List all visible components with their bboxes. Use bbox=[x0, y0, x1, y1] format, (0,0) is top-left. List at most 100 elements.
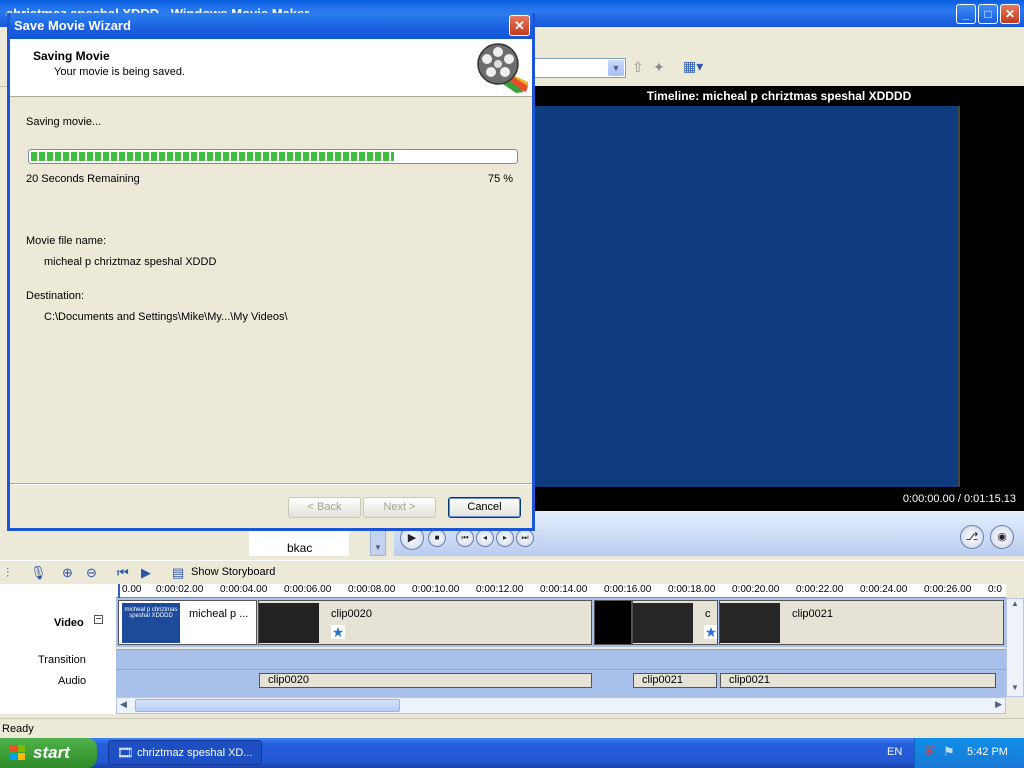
views-icon[interactable]: ▦▾ bbox=[683, 58, 703, 75]
security-shield-icon[interactable]: ⛨ bbox=[925, 744, 935, 760]
collection-clip-tile[interactable]: bkac bbox=[249, 530, 349, 556]
zoom-out-icon[interactable]: ⊖ bbox=[86, 565, 97, 581]
audio-clip[interactable]: clip0020 bbox=[259, 673, 592, 688]
taskbar: start 🎞 chriztmaz speshal XD... EN ⛨ ⚑ 5… bbox=[0, 738, 1024, 768]
ruler-tick: 0:00:20.00 bbox=[732, 584, 780, 595]
clip-label: clip0020 bbox=[331, 608, 372, 620]
ruler-tick: 0:00:16.00 bbox=[604, 584, 652, 595]
video-effect-star-icon: ★ bbox=[704, 624, 718, 640]
maximize-button[interactable]: □ bbox=[978, 4, 998, 24]
monitor-title: Timeline: micheal p chriztmas speshal XD… bbox=[534, 86, 1024, 106]
storyboard-icon[interactable]: ▤ bbox=[172, 565, 184, 581]
title-clip[interactable]: micheal p chriztmas speshal XDDDD michea… bbox=[118, 600, 257, 645]
taskbar-item-movie-maker[interactable]: 🎞 chriztmaz speshal XD... bbox=[108, 740, 262, 765]
windows-logo-icon bbox=[10, 745, 25, 760]
video-clip[interactable]: clip0021 bbox=[719, 600, 1004, 645]
next-frame-icon[interactable]: ▸ bbox=[496, 529, 514, 547]
network-icon[interactable]: ⚑ bbox=[943, 744, 955, 760]
skip-back-icon[interactable]: ⏮ bbox=[456, 529, 474, 547]
video-clip[interactable]: clip0020 ★ bbox=[258, 600, 592, 645]
main-close-button[interactable]: ✕ bbox=[1000, 4, 1020, 24]
clip-thumbnail bbox=[720, 603, 780, 643]
narrate-microphone-icon[interactable]: 🎙 bbox=[30, 565, 47, 581]
save-movie-wizard: Save Movie Wizard ✕ Saving Movie Your mo… bbox=[7, 13, 535, 531]
ruler-tick: 0:00:26.00 bbox=[924, 584, 972, 595]
preview-side-panel bbox=[958, 106, 1024, 487]
set-audio-levels-icon[interactable]: ⫶ bbox=[6, 565, 9, 581]
preview-screen bbox=[534, 106, 958, 487]
horizontal-scroll-thumb[interactable] bbox=[135, 699, 400, 712]
scroll-right-icon[interactable]: ▶ bbox=[995, 699, 1002, 710]
timeline-vertical-scrollbar[interactable]: ▲ ▼ bbox=[1006, 598, 1024, 697]
ruler-tick: 0:0 bbox=[988, 584, 1002, 595]
movie-file-label: Movie file name: bbox=[26, 235, 107, 247]
language-indicator[interactable]: EN bbox=[887, 746, 902, 758]
collections-dropdown[interactable]: ▼ bbox=[534, 58, 626, 78]
snapshot-camera-icon[interactable]: ◉ bbox=[990, 525, 1014, 549]
timeline-toolbar: ⫶ 🎙 ⊕ ⊖ ⏮ ▶ ▤ Show Storyboard bbox=[0, 560, 1024, 584]
cancel-button[interactable]: Cancel bbox=[448, 497, 521, 518]
black-clip[interactable] bbox=[594, 600, 632, 645]
wizard-subheading: Your movie is being saved. bbox=[54, 66, 186, 78]
playback-time: 0:00:00.00 / 0:01:15.13 bbox=[534, 487, 1024, 511]
clip-label: clip0021 bbox=[792, 608, 833, 620]
ruler-tick: 0:00:04.00 bbox=[220, 584, 268, 595]
next-button[interactable]: Next > bbox=[363, 497, 436, 518]
ruler-tick: 0:00:14.00 bbox=[540, 584, 588, 595]
show-storyboard-button[interactable]: Show Storyboard bbox=[191, 566, 275, 578]
stop-icon[interactable]: ■ bbox=[428, 529, 446, 547]
save-progress-fill bbox=[31, 152, 394, 161]
video-clip[interactable]: c ★ bbox=[632, 600, 718, 645]
back-button[interactable]: < Back bbox=[288, 497, 361, 518]
taskbar-item-label: chriztmaz speshal XD... bbox=[137, 747, 253, 759]
wizard-heading: Saving Movie bbox=[33, 49, 110, 63]
timeline-horizontal-scrollbar[interactable]: ◀ ▶ bbox=[116, 697, 1006, 714]
track-labels: Video − Transition Audio bbox=[0, 584, 116, 714]
scroll-down-icon[interactable]: ▼ bbox=[374, 543, 382, 552]
up-folder-icon[interactable]: ⇧ bbox=[632, 59, 644, 76]
ruler-tick: 0.00 bbox=[122, 584, 142, 595]
split-clip-icon[interactable]: ⎇ bbox=[960, 525, 984, 549]
wizard-close-button[interactable]: ✕ bbox=[509, 15, 530, 36]
scroll-down-icon[interactable]: ▼ bbox=[1011, 683, 1019, 692]
clip-label: c bbox=[705, 608, 711, 620]
zoom-in-icon[interactable]: ⊕ bbox=[62, 565, 73, 581]
clip-label: micheal p ... bbox=[189, 608, 249, 620]
audio-clip[interactable]: clip0021 bbox=[633, 673, 717, 688]
previous-frame-icon[interactable]: ◂ bbox=[476, 529, 494, 547]
clip-thumbnail bbox=[259, 603, 319, 643]
ruler-tick: 0:00:18.00 bbox=[668, 584, 716, 595]
movie-file-name: micheal p chriztmaz speshal XDDD bbox=[44, 256, 217, 268]
clock[interactable]: 5:42 PM bbox=[967, 746, 1008, 758]
ruler-tick: 0:00:08.00 bbox=[348, 584, 396, 595]
wizard-title: Save Movie Wizard bbox=[14, 18, 131, 33]
status-text: Ready bbox=[2, 723, 34, 735]
play-timeline-icon[interactable]: ▶ bbox=[141, 565, 151, 581]
skip-forward-icon[interactable]: ⏭ bbox=[516, 529, 534, 547]
wizard-header: Saving Movie Your movie is being saved. bbox=[10, 39, 532, 97]
ruler-tick: 0:00:02.00 bbox=[156, 584, 204, 595]
rewind-timeline-icon[interactable]: ⏮ bbox=[117, 565, 129, 581]
audio-track: clip0020 clip0021 clip0021 bbox=[116, 669, 1006, 691]
collapse-track-icon[interactable]: − bbox=[94, 615, 103, 625]
title-thumbnail: micheal p chriztmas speshal XDDDD bbox=[122, 603, 180, 643]
collection-scrollbar[interactable]: ▼ bbox=[370, 529, 386, 556]
wizard-divider bbox=[10, 483, 532, 485]
minimize-button[interactable]: _ bbox=[956, 4, 976, 24]
start-button[interactable]: start bbox=[0, 738, 97, 768]
new-folder-icon[interactable]: ✦ bbox=[653, 59, 665, 76]
destination-path: C:\Documents and Settings\Mike\My...\My … bbox=[44, 311, 288, 323]
wizard-titlebar: Save Movie Wizard ✕ bbox=[10, 13, 532, 39]
scroll-left-icon[interactable]: ◀ bbox=[120, 699, 127, 710]
scroll-up-icon[interactable]: ▲ bbox=[1011, 599, 1019, 608]
video-track-label: Video bbox=[54, 617, 84, 629]
ruler-tick: 0:00:06.00 bbox=[284, 584, 332, 595]
film-reel-icon bbox=[477, 43, 528, 93]
chevron-down-icon[interactable]: ▼ bbox=[608, 60, 624, 76]
clip-thumbnail bbox=[633, 603, 693, 643]
audio-clip[interactable]: clip0021 bbox=[720, 673, 996, 688]
ruler-tick: 0:00:12.00 bbox=[476, 584, 524, 595]
movie-maker-icon: 🎞 bbox=[117, 745, 134, 760]
start-label: start bbox=[33, 743, 70, 762]
timeline-ruler: 0.00 0:00:02.00 0:00:04.00 0:00:06.00 0:… bbox=[116, 584, 1006, 598]
